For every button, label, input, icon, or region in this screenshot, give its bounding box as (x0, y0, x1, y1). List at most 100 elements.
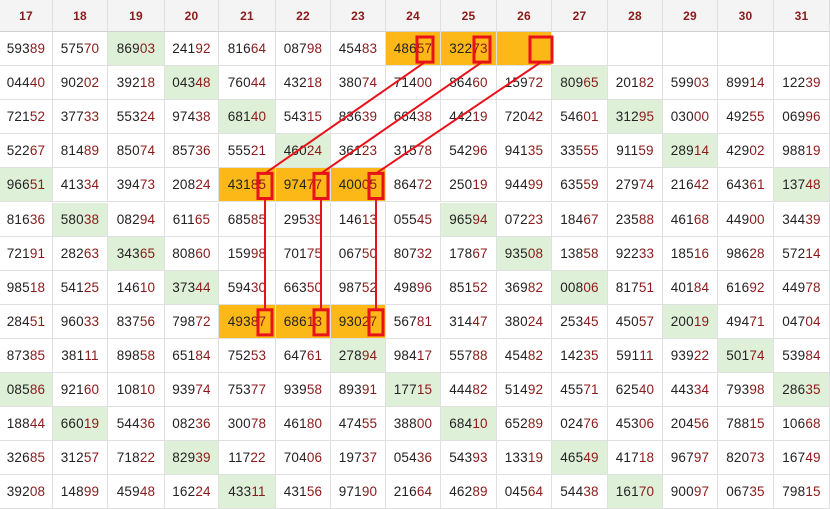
result-cell: 522 67 (0, 134, 53, 169)
result-cell: 253 45 (552, 304, 608, 339)
result-cell: 442 19 (441, 100, 497, 135)
result-cell: 208 24 (165, 168, 219, 203)
result-cell: 137 48 (774, 168, 830, 203)
result-cell: 939 22 (663, 338, 718, 373)
result-cell: 278 94 (331, 338, 386, 373)
result-cell: 431 56 (276, 475, 331, 509)
result-cell: 760 44 (219, 66, 276, 101)
column-header-28: 28 (608, 0, 663, 32)
result-cell: 539 84 (774, 338, 830, 373)
result-cell: 836 39 (331, 100, 386, 135)
result-cell: 572 14 (774, 236, 830, 271)
result-cell (663, 32, 718, 67)
result-cell: 142 35 (552, 338, 608, 373)
result-cell (552, 32, 608, 67)
result-cell: 893 91 (331, 373, 386, 408)
result-cell: 899 14 (718, 66, 774, 101)
result-cell: 753 77 (219, 373, 276, 408)
result-cell: 651 84 (165, 338, 219, 373)
result-cell: 453 06 (608, 407, 663, 442)
result-cell: 930 27 (331, 304, 386, 339)
result-cell: 343 65 (108, 236, 165, 271)
result-cell: 067 50 (331, 236, 386, 271)
result-cell: 392 18 (108, 66, 165, 101)
result-cell: 045 64 (497, 475, 552, 509)
result-cell: 611 65 (165, 202, 219, 237)
result-cell: 344 39 (774, 202, 830, 237)
result-cell: 465 49 (552, 441, 608, 476)
result-cell: 594 30 (219, 270, 276, 305)
result-cell: 922 33 (608, 236, 663, 271)
result-cell: 543 15 (276, 100, 331, 135)
result-cell: 939 58 (276, 373, 331, 408)
result-cell: 974 77 (276, 168, 331, 203)
result-cell: 322 73 (441, 32, 497, 67)
result-cell: 433 11 (219, 475, 276, 509)
result-cell: 647 61 (276, 338, 331, 373)
result-cell: 043 48 (165, 66, 219, 101)
result-cell: 054 36 (386, 441, 441, 476)
result-cell: 494 71 (718, 304, 774, 339)
result-cell: 055 45 (386, 202, 441, 237)
result-cell: 279 74 (608, 168, 663, 203)
result-cell: 663 50 (276, 270, 331, 305)
result-cell: 250 19 (441, 168, 497, 203)
result-cell: 625 40 (608, 373, 663, 408)
result-cell: 047 04 (774, 304, 830, 339)
result-cell: 553 24 (108, 100, 165, 135)
result-cell: 361 23 (331, 134, 386, 169)
result-cell: 664 38 (386, 100, 441, 135)
result-cell: 544 38 (552, 475, 608, 509)
result-cell: 643 61 (718, 168, 774, 203)
result-cell: 159 72 (497, 66, 552, 101)
result-cell: 069 96 (774, 100, 830, 135)
result-cell: 873 85 (0, 338, 53, 373)
result-cell: 312 95 (608, 100, 663, 135)
result-cell: 295 39 (276, 202, 331, 237)
result-cell: 122 39 (774, 66, 830, 101)
result-cell: 044 40 (0, 66, 53, 101)
result-cell: 921 60 (53, 373, 108, 408)
result-cell: 788 15 (718, 407, 774, 442)
result-cell: 660 19 (53, 407, 108, 442)
result-cell: 369 82 (497, 270, 552, 305)
result-cell: 072 23 (497, 202, 552, 237)
result-cell: 188 44 (0, 407, 53, 442)
result-cell: 816 36 (0, 202, 53, 237)
result-cell: 593 89 (0, 32, 53, 67)
result-cell: 413 34 (53, 168, 108, 203)
result-cell: 216 42 (663, 168, 718, 203)
result-cell: 312 57 (53, 441, 108, 476)
result-cell: 493 87 (219, 304, 276, 339)
result-cell: 820 73 (718, 441, 774, 476)
result-cell: 197 37 (331, 441, 386, 476)
result-cell: 616 92 (718, 270, 774, 305)
result-cell: 793 98 (718, 373, 774, 408)
result-cell: 684 10 (441, 407, 497, 442)
result-cell: 809 65 (552, 66, 608, 101)
result-cell: 284 51 (0, 304, 53, 339)
result-cell: 184 67 (552, 202, 608, 237)
column-header-25: 25 (441, 0, 497, 32)
result-cell: 960 33 (53, 304, 108, 339)
result-cell: 718 22 (108, 441, 165, 476)
result-cell: 392 08 (0, 475, 53, 509)
result-cell: 185 16 (663, 236, 718, 271)
result-cell: 498 96 (386, 270, 441, 305)
result-cell: 146 10 (108, 270, 165, 305)
result-cell: 721 52 (0, 100, 53, 135)
result-cell: 162 24 (165, 475, 219, 509)
result-cell: 401 84 (663, 270, 718, 305)
result-cell: 431 85 (219, 168, 276, 203)
result-cell: 492 55 (718, 100, 774, 135)
result-cell: 204 56 (663, 407, 718, 442)
result-cell: 486 57 (386, 32, 441, 67)
result-cell: 082 36 (165, 407, 219, 442)
result-cell: 580 38 (53, 202, 108, 237)
result-cell: 752 53 (219, 338, 276, 373)
result-cell: 443 34 (663, 373, 718, 408)
result-cell: 235 88 (608, 202, 663, 237)
column-header-17: 17 (0, 0, 53, 32)
result-cell: 315 78 (386, 134, 441, 169)
column-header-29: 29 (663, 0, 718, 32)
